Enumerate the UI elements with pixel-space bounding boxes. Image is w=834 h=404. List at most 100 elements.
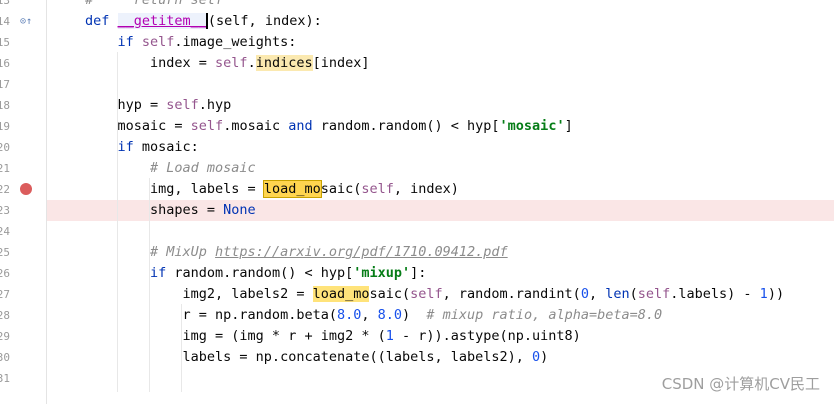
code-token: self	[190, 118, 224, 134]
code-token: hyp =	[85, 97, 167, 113]
code-token: )	[402, 307, 427, 323]
code-line[interactable]: 25 # MixUp https://arxiv.org/pdf/1710.09…	[0, 242, 834, 263]
code-token: if	[85, 265, 175, 281]
code-token: load_mo	[262, 180, 322, 198]
code-token: (self, index):	[207, 13, 322, 29]
code-text: index = self.indices[index]	[85, 53, 370, 74]
code-text: img = (img * r + img2 * (1 - r)).astype(…	[85, 326, 581, 347]
code-token: self	[361, 181, 394, 197]
code-token: , index)	[393, 181, 459, 197]
line-number: 19	[0, 120, 10, 133]
watermark: CSDN @计算机CV民工	[661, 375, 820, 393]
line-number: 15	[0, 36, 10, 49]
override-method-icon[interactable]: ⊙↑	[20, 11, 32, 32]
code-token: img = (img * r + img2 * (	[85, 328, 386, 344]
code-line[interactable]: 17	[0, 74, 834, 95]
code-line[interactable]: 28 r = np.random.beta(8.0, 8.0) # mixup …	[0, 305, 834, 326]
code-token: self	[215, 55, 248, 71]
code-token: None	[223, 202, 256, 218]
code-token: img, labels =	[85, 181, 264, 197]
code-token: def	[85, 13, 118, 29]
code-token: saic(	[369, 286, 411, 302]
code-line[interactable]: 13 # return self	[0, 0, 834, 11]
code-token: 8.0	[336, 307, 362, 323]
code-token: self	[637, 286, 671, 302]
code-text: # Load mosaic	[85, 158, 256, 179]
code-line[interactable]: 21 # Load mosaic	[0, 158, 834, 179]
code-text: if random.random() < hyp['mixup']:	[85, 263, 426, 284]
code-token: random.random() < hyp[	[174, 265, 354, 281]
code-token: )	[540, 349, 549, 365]
code-line[interactable]: 26 if random.random() < hyp['mixup']:	[0, 263, 834, 284]
code-token: 'mosaic'	[499, 118, 565, 134]
code-line[interactable]: 23 shapes = None	[0, 200, 834, 221]
code-text: r = np.random.beta(8.0, 8.0) # mixup rat…	[85, 305, 663, 326]
code-token: .image_weights:	[174, 34, 297, 50]
code-text: if mosaic:	[85, 137, 199, 158]
line-number: 20	[0, 141, 10, 154]
code-token: img2, labels2 =	[85, 286, 313, 302]
code-line[interactable]: 18 hyp = self.hyp	[0, 95, 834, 116]
code-token: ]:	[410, 265, 427, 281]
code-token: # Load mosaic	[85, 160, 256, 176]
code-text: # return self	[85, 0, 223, 11]
code-text: shapes = None	[85, 200, 256, 221]
code-token: __getitem__	[117, 13, 207, 29]
code-token: r = np.random.beta(	[85, 307, 337, 323]
code-token: .	[247, 55, 256, 71]
code-line[interactable]: 15 if self.image_weights:	[0, 32, 834, 53]
code-line[interactable]: 30 labels = np.concatenate((labels, labe…	[0, 347, 834, 368]
code-token: , random.randint(	[442, 286, 581, 302]
code-token: .labels) -	[670, 286, 760, 302]
breakpoint-icon[interactable]	[20, 183, 32, 195]
line-number: 30	[0, 351, 10, 364]
code-token: self	[141, 34, 175, 50]
line-number: 24	[0, 225, 10, 238]
code-token: 0	[580, 286, 589, 302]
code-text: mosaic = self.mosaic and random.random()…	[85, 116, 573, 137]
code-token: # mixup ratio, alpha=beta=8.0	[426, 307, 663, 323]
code-token: ,	[588, 286, 606, 302]
line-number: 13	[0, 0, 10, 7]
code-text: hyp = self.hyp	[85, 95, 232, 116]
code-token: self	[410, 286, 443, 302]
code-text: # MixUp https://arxiv.org/pdf/1710.09412…	[85, 242, 508, 263]
code-line[interactable]: 19 mosaic = self.mosaic and random.rando…	[0, 116, 834, 137]
code-token: [index]	[312, 55, 370, 71]
code-token: self	[166, 97, 199, 113]
code-line[interactable]: 27 img2, labels2 = load_mosaic(self, ran…	[0, 284, 834, 305]
code-line[interactable]: 20 if mosaic:	[0, 137, 834, 158]
line-number: 17	[0, 78, 10, 91]
code-token: 'mixup'	[353, 265, 411, 281]
code-line[interactable]: 16 index = self.indices[index]	[0, 53, 834, 74]
line-number: 26	[0, 267, 10, 280]
code-token: if	[85, 139, 142, 155]
code-token: 8.0	[377, 307, 403, 323]
line-number: 29	[0, 330, 10, 343]
code-text: def __getitem__(self, index):	[85, 11, 322, 32]
code-token: mosaic =	[85, 118, 191, 134]
code-token: ]	[564, 118, 573, 134]
code-line[interactable]: 22 img, labels = load_mosaic(self, index…	[0, 179, 834, 200]
code-token: # return self	[85, 0, 224, 8]
code-token: 1	[385, 328, 394, 344]
line-number: 21	[0, 162, 10, 175]
line-number: 31	[0, 372, 10, 385]
code-token: ))	[767, 286, 785, 302]
code-token: len	[605, 286, 630, 302]
code-token: shapes =	[85, 202, 224, 218]
code-token: 1	[759, 286, 768, 302]
code-token: mosaic:	[141, 139, 199, 155]
code-line[interactable]: 29 img = (img * r + img2 * (1 - r)).asty…	[0, 326, 834, 347]
code-text: img2, labels2 = load_mosaic(self, random…	[85, 284, 784, 305]
code-token: - r)).astype(np.uint8)	[393, 328, 581, 344]
code-token: indices	[255, 55, 313, 71]
line-number: 25	[0, 246, 10, 259]
code-token: if	[85, 34, 142, 50]
code-token: # MixUp	[85, 244, 216, 260]
code-line[interactable]: 24	[0, 221, 834, 242]
code-line[interactable]: 14 ⊙↑ def __getitem__(self, index):	[0, 11, 834, 32]
code-token: (	[629, 286, 638, 302]
line-number: 18	[0, 99, 10, 112]
line-number: 14	[0, 15, 10, 28]
